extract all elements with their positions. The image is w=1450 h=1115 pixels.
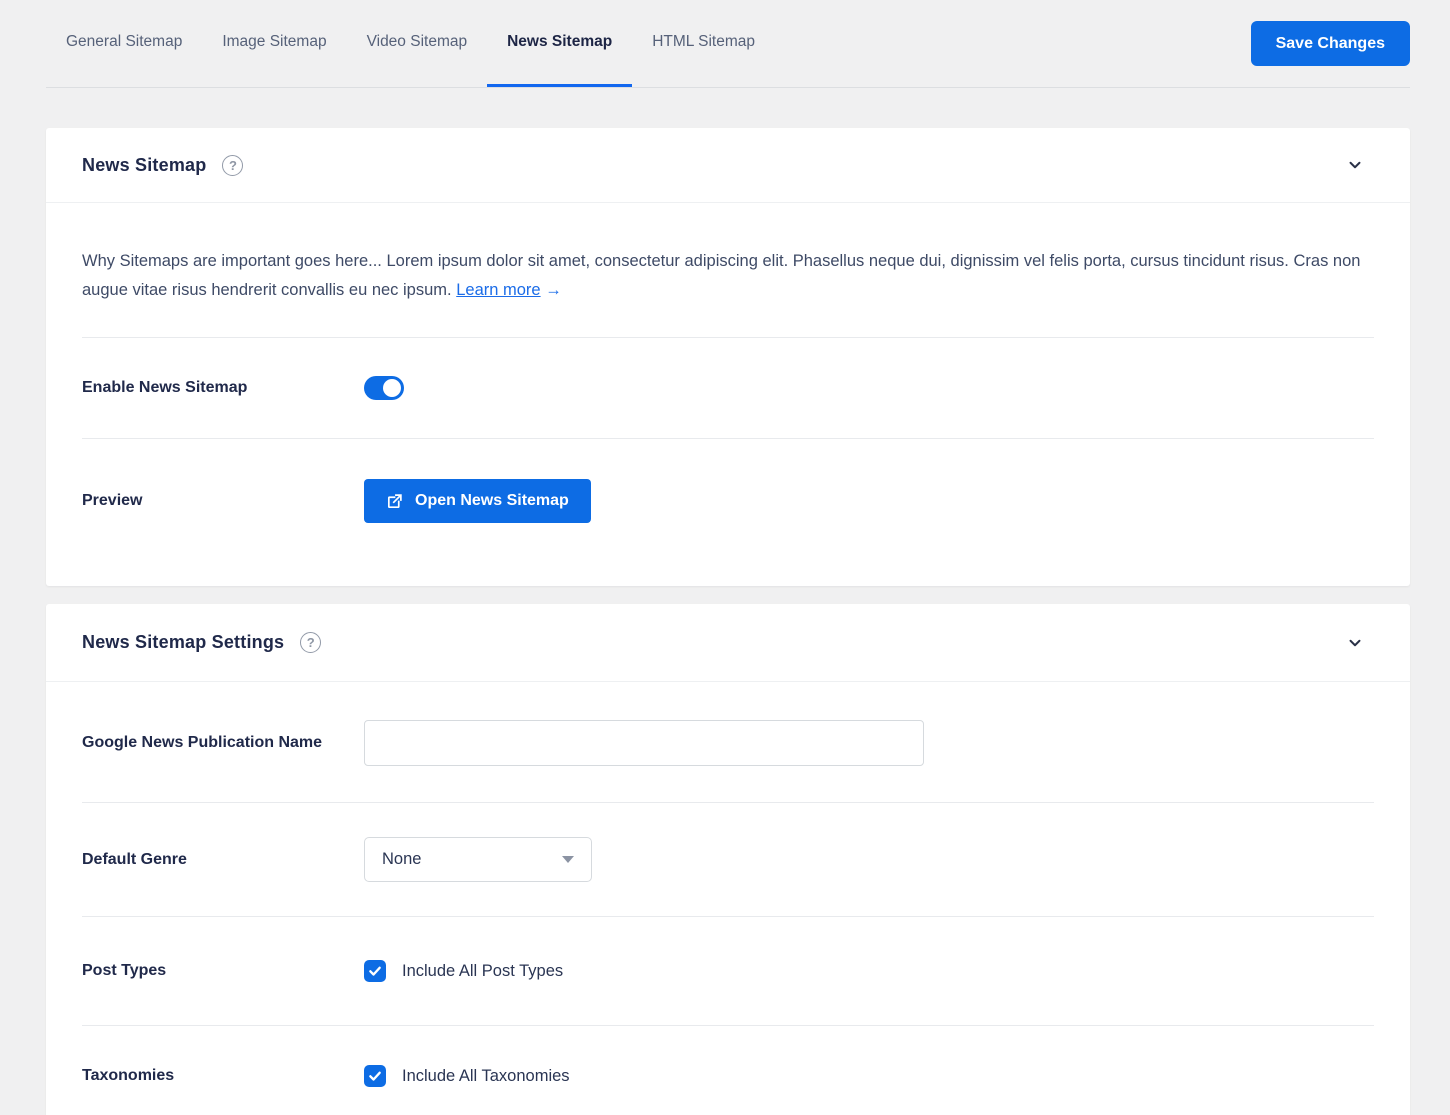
question-mark-icon[interactable]: ? (300, 632, 321, 653)
tab-news-sitemap[interactable]: News Sitemap (487, 0, 632, 87)
preview-label: Preview (82, 487, 364, 515)
settings-page: General Sitemap Image Sitemap Video Site… (46, 0, 1410, 1115)
description-row: Why Sitemaps are important goes here... … (82, 203, 1374, 338)
taxonomies-row: Taxonomies Include All Taxonomies (82, 1026, 1374, 1115)
default-genre-select[interactable]: None (364, 837, 592, 882)
include-all-taxonomies-checkbox[interactable] (364, 1065, 386, 1087)
open-news-sitemap-label: Open News Sitemap (415, 492, 569, 510)
include-all-post-types-checkbox[interactable] (364, 960, 386, 982)
open-news-sitemap-button[interactable]: Open News Sitemap (364, 479, 591, 523)
default-genre-label: Default Genre (82, 846, 364, 874)
publication-name-row: Google News Publication Name (82, 682, 1374, 803)
post-types-row: Post Types Include All Post Types (82, 917, 1374, 1026)
tab-html-sitemap[interactable]: HTML Sitemap (632, 0, 775, 87)
preview-row: Preview Open News Sitemap (82, 439, 1374, 586)
include-all-taxonomies-label: Include All Taxonomies (402, 1067, 570, 1086)
save-changes-button[interactable]: Save Changes (1251, 21, 1410, 66)
card-description: Why Sitemaps are important goes here... … (82, 247, 1374, 305)
chevron-down-icon[interactable] (1346, 634, 1364, 652)
tab-image-sitemap[interactable]: Image Sitemap (202, 0, 346, 87)
enable-news-sitemap-toggle[interactable] (364, 376, 404, 400)
enable-news-sitemap-label: Enable News Sitemap (82, 374, 364, 402)
news-sitemap-card: News Sitemap ? Why Sitemaps are importan… (46, 128, 1410, 586)
selected-option: None (382, 850, 421, 869)
learn-more-link[interactable]: Learn more (456, 281, 540, 299)
sitemap-tab-bar: General Sitemap Image Sitemap Video Site… (46, 0, 1410, 88)
card-title: News Sitemap (82, 155, 206, 176)
description-text: Why Sitemaps are important goes here... … (82, 252, 1360, 299)
external-link-icon (386, 493, 403, 510)
settings-card-header: News Sitemap Settings ? (46, 604, 1410, 682)
tab-general-sitemap[interactable]: General Sitemap (46, 0, 202, 87)
publication-name-input[interactable] (364, 720, 924, 766)
taxonomies-label: Taxonomies (82, 1062, 364, 1090)
toggle-knob (383, 379, 401, 397)
card-title: News Sitemap Settings (82, 632, 284, 653)
include-all-post-types-label: Include All Post Types (402, 962, 563, 981)
tab-video-sitemap[interactable]: Video Sitemap (347, 0, 488, 87)
post-types-label: Post Types (82, 957, 364, 985)
enable-news-sitemap-row: Enable News Sitemap (82, 338, 1374, 439)
news-sitemap-settings-card: News Sitemap Settings ? Google News Publ… (46, 604, 1410, 1115)
default-genre-row: Default Genre None (82, 803, 1374, 917)
tabs: General Sitemap Image Sitemap Video Site… (46, 0, 775, 87)
publication-name-label: Google News Publication Name (82, 729, 364, 757)
question-mark-icon[interactable]: ? (222, 155, 243, 176)
learn-more-arrow-icon: → (545, 281, 562, 299)
chevron-down-icon[interactable] (1346, 156, 1364, 174)
news-sitemap-card-header: News Sitemap ? (46, 128, 1410, 203)
dropdown-arrow-icon (562, 856, 574, 863)
